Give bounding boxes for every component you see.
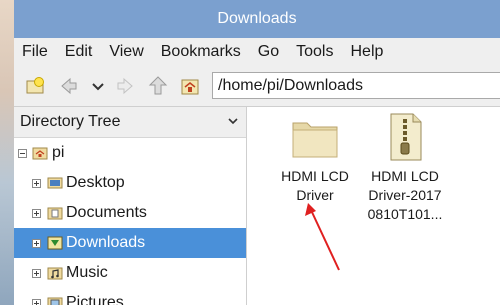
back-icon[interactable]	[56, 74, 80, 98]
tree-label-documents: Documents	[66, 204, 147, 221]
folder-icon	[289, 111, 341, 163]
menu-file[interactable]: File	[14, 43, 57, 61]
documents-icon	[47, 205, 63, 221]
tree-label-desktop: Desktop	[66, 174, 125, 191]
toolbar	[14, 66, 500, 107]
desktop-wallpaper	[0, 0, 14, 305]
window-titlebar[interactable]: Downloads	[14, 0, 500, 38]
zip-archive-icon	[379, 111, 431, 163]
file-item-hdmi-lcd-driver-folder[interactable]: HDMI LCD Driver	[270, 111, 360, 205]
history-dropdown-icon[interactable]	[86, 74, 110, 98]
up-icon[interactable]	[146, 74, 170, 98]
file-name: HDMI LCD Driver-2017 0810T101...	[367, 168, 443, 222]
expand-toggle[interactable]	[32, 299, 41, 305]
sidebar-mode-selector[interactable]: Directory Tree	[14, 107, 246, 138]
chevron-down-icon[interactable]	[226, 114, 240, 128]
menu-bar: File Edit View Bookmarks Go Tools Help	[14, 38, 500, 66]
sidebar-header-label: Directory Tree	[20, 113, 121, 130]
new-tab-icon[interactable]	[24, 74, 48, 98]
home-folder-icon	[32, 145, 48, 161]
menu-help[interactable]: Help	[342, 43, 392, 61]
tree-label-music: Music	[66, 264, 108, 281]
expand-toggle[interactable]	[32, 269, 41, 278]
menu-go[interactable]: Go	[250, 43, 288, 61]
tree-item-downloads[interactable]: Downloads	[14, 228, 246, 258]
tree-label-pi: pi	[52, 144, 65, 161]
downloads-icon	[47, 235, 63, 251]
forward-icon[interactable]	[114, 74, 138, 98]
expand-toggle[interactable]	[32, 179, 41, 188]
file-name: HDMI LCD Driver	[281, 168, 349, 203]
expand-toggle[interactable]	[32, 209, 41, 218]
window-title: Downloads	[217, 10, 297, 27]
menu-view[interactable]: View	[101, 43, 152, 61]
file-view: HDMI LCD Driver HDMI LCD Driver-2017 081…	[247, 107, 500, 305]
expand-toggle[interactable]	[32, 239, 41, 248]
tree-label-downloads: Downloads	[66, 234, 146, 251]
home-icon[interactable]	[178, 74, 202, 98]
tree-item-music[interactable]: Music	[14, 258, 246, 288]
tree-item-pictures[interactable]: Pictures	[14, 288, 246, 305]
tree-item-documents[interactable]: Documents	[14, 198, 246, 228]
collapse-toggle[interactable]	[18, 149, 27, 158]
pictures-icon	[47, 295, 63, 305]
path-input[interactable]	[212, 72, 500, 99]
file-item-hdmi-lcd-driver-archive[interactable]: HDMI LCD Driver-2017 0810T101...	[360, 111, 450, 224]
file-manager-window: Downloads File Edit View Bookmarks Go To…	[14, 0, 500, 305]
tree-label-pictures: Pictures	[66, 294, 124, 305]
sidebar: Directory Tree pi Desktop Documents Down…	[14, 107, 247, 305]
menu-bookmarks[interactable]: Bookmarks	[153, 43, 250, 61]
directory-tree: pi Desktop Documents Downloads Music Pic…	[14, 138, 246, 305]
tree-item-pi[interactable]: pi	[14, 138, 246, 168]
desktop-icon	[47, 175, 63, 191]
menu-tools[interactable]: Tools	[288, 43, 342, 61]
tree-item-desktop[interactable]: Desktop	[14, 168, 246, 198]
menu-edit[interactable]: Edit	[57, 43, 102, 61]
music-icon	[47, 265, 63, 281]
